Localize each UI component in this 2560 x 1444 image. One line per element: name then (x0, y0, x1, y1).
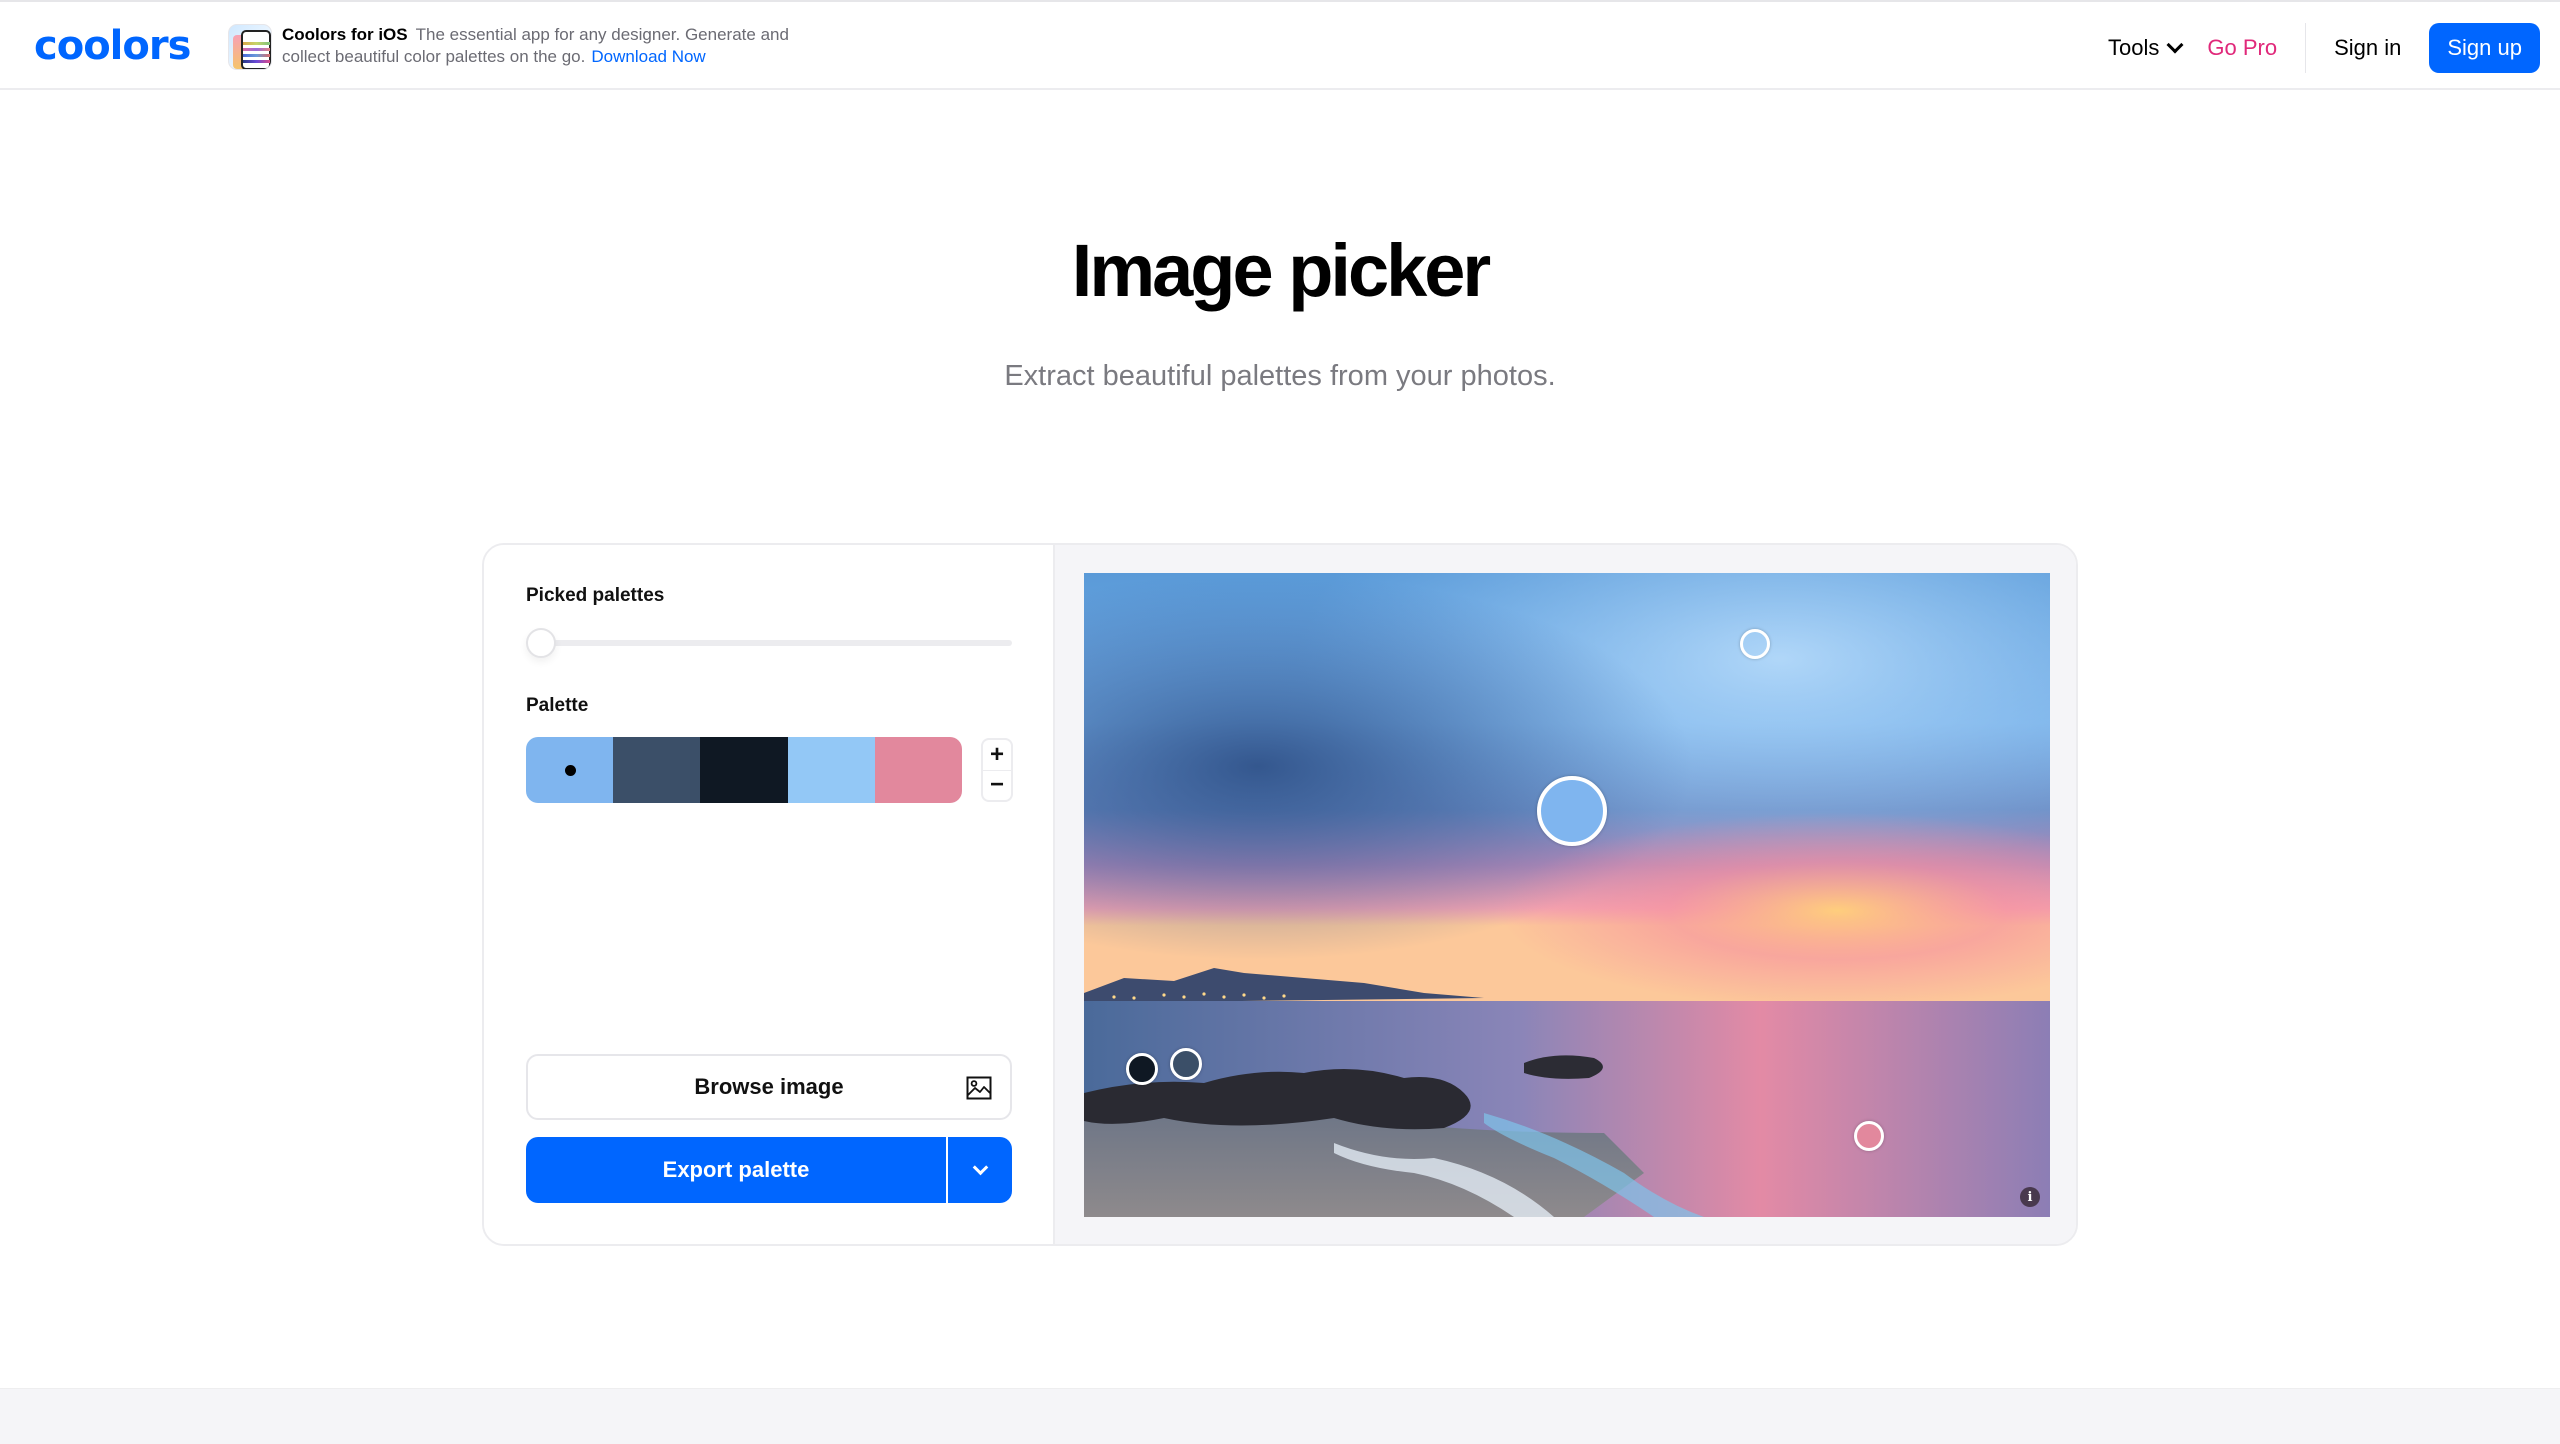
image-icon (966, 1076, 992, 1100)
palette-swatch[interactable] (613, 737, 701, 803)
palette-panel: Picked palettes Palette + − Browse image… (484, 545, 1055, 1244)
selected-swatch-dot (564, 765, 576, 776)
color-picker-handle[interactable] (1170, 1048, 1202, 1080)
page-subtitle: Extract beautiful palettes from your pho… (1004, 360, 1556, 392)
browse-image-button[interactable]: Browse image (526, 1054, 1012, 1120)
source-photo[interactable]: i (1084, 573, 2050, 1217)
promo-title: Coolors for iOS (282, 25, 408, 44)
browse-image-label: Browse image (694, 1074, 844, 1099)
tools-label: Tools (2108, 35, 2160, 60)
tools-menu[interactable]: Tools (2108, 35, 2184, 61)
go-pro-link[interactable]: Go Pro (2207, 35, 2277, 61)
image-picker-card: Picked palettes Palette + − Browse image… (482, 543, 2078, 1246)
chevron-down-icon (972, 1159, 988, 1175)
coolors-logo[interactable]: coolors (34, 26, 191, 66)
page-title: Image picker (1071, 229, 1491, 312)
ios-app-icon (228, 24, 272, 70)
palette-swatch[interactable] (700, 737, 788, 803)
image-panel: i (1055, 545, 2076, 1244)
picked-palettes-slider[interactable] (526, 628, 1012, 658)
sign-up-button[interactable]: Sign up (2429, 23, 2540, 73)
slider-track[interactable] (526, 640, 1012, 646)
sign-in-link[interactable]: Sign in (2334, 35, 2401, 61)
ios-app-promo[interactable]: Coolors for iOS The essential app for any… (228, 24, 802, 70)
color-count-stepper: + − (981, 738, 1013, 802)
sunset-beach-photo (1084, 573, 2050, 1217)
palette-swatches (526, 737, 962, 803)
color-picker-handle[interactable] (1740, 629, 1770, 659)
top-nav: coolors Coolors for iOS The essential app… (0, 0, 2560, 90)
color-picker-handle[interactable] (1537, 776, 1607, 846)
nav-actions: Tools Go Pro Sign in Sign up (2108, 23, 2540, 73)
nav-divider (2305, 23, 2307, 73)
picked-palettes-label: Picked palettes (526, 585, 665, 606)
color-picker-handle[interactable] (1854, 1121, 1884, 1151)
chevron-down-icon (2166, 36, 2184, 54)
palette-swatch[interactable] (874, 737, 962, 803)
export-palette-button-group: Export palette (526, 1137, 1012, 1203)
palette-label: Palette (526, 695, 589, 716)
remove-color-button[interactable]: − (983, 771, 1011, 801)
slider-thumb[interactable] (526, 628, 556, 658)
add-color-button[interactable]: + (983, 740, 1011, 771)
palette-swatch[interactable] (526, 737, 614, 803)
export-palette-button[interactable]: Export palette (526, 1137, 948, 1203)
download-now-link[interactable]: Download Now (591, 47, 705, 66)
footer-band (0, 1388, 2560, 1444)
color-picker-handle[interactable] (1126, 1053, 1158, 1085)
info-icon[interactable]: i (2020, 1187, 2040, 1207)
promo-text: Coolors for iOS The essential app for any… (282, 24, 802, 68)
palette-swatch[interactable] (787, 737, 875, 803)
export-options-dropdown[interactable] (948, 1137, 1012, 1203)
